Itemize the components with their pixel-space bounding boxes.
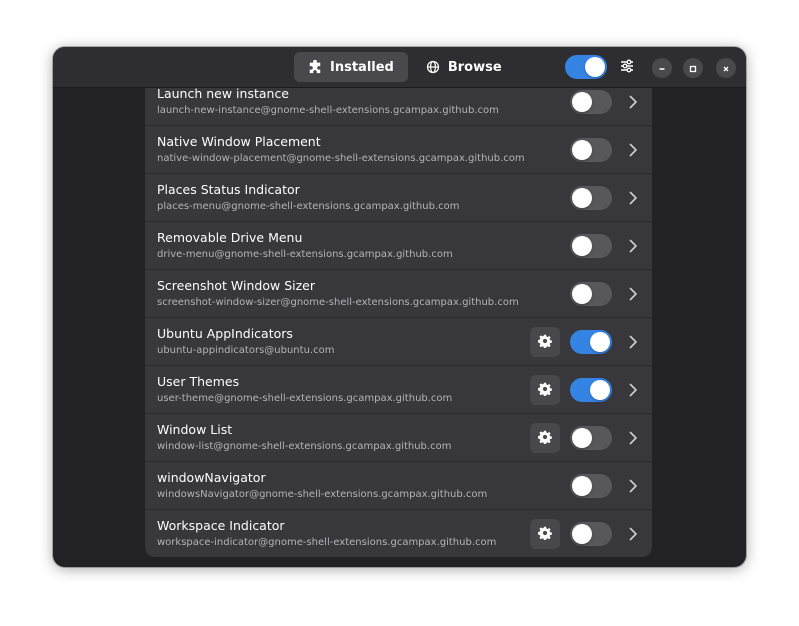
extension-uuid: drive-menu@gnome-shell-extensions.gcampa… [157,249,453,260]
chevron-right-icon[interactable] [627,382,639,398]
extension-name: Window List [157,422,233,437]
tab-browse[interactable]: Browse [412,52,516,82]
extension-toggle[interactable] [570,426,612,450]
extension-toggle[interactable] [570,522,612,546]
gear-icon [538,381,552,400]
extension-name: User Themes [157,374,240,389]
list-item[interactable]: Window List window-list@gnome-shell-exten… [145,413,652,461]
list-item[interactable]: Launch new instance launch-new-instance@g… [145,88,652,125]
close-icon [721,59,731,78]
extension-toggle[interactable] [570,378,612,402]
chevron-right-icon[interactable] [627,286,639,302]
extension-toggle[interactable] [570,234,612,258]
chevron-right-icon[interactable] [627,334,639,350]
extension-uuid: workspace-indicator@gnome-shell-extensio… [157,537,497,548]
installed-extensions-list: Launch new instance launch-new-instance@g… [145,88,652,557]
main-menu-button[interactable] [616,56,638,78]
extension-toggle[interactable] [570,138,612,162]
extensions-scroll-area[interactable]: Launch new instance launch-new-instance@g… [53,88,746,567]
chevron-right-icon[interactable] [627,478,639,494]
toggle-knob [572,428,592,448]
extension-name: Removable Drive Menu [157,230,303,245]
extension-uuid: ubuntu-appindicators@ubuntu.com [157,345,335,356]
toggle-knob [572,92,592,112]
list-item[interactable]: Ubuntu AppIndicators ubuntu-appindicators… [145,317,652,365]
extension-uuid: places-menu@gnome-shell-extensions.gcamp… [157,201,460,212]
close-button[interactable] [716,58,736,78]
maximize-icon [688,59,698,78]
extension-toggle[interactable] [570,330,612,354]
extension-name: Ubuntu AppIndicators [157,326,293,341]
chevron-right-icon[interactable] [627,190,639,206]
minimize-button[interactable] [652,58,672,78]
extension-uuid: window-list@gnome-shell-extensions.gcamp… [157,441,452,452]
toggle-knob [572,236,592,256]
extension-toggle[interactable] [570,186,612,210]
list-item[interactable]: Native Window Placement native-window-pla… [145,125,652,173]
list-item[interactable]: User Themes user-theme@gnome-shell-extens… [145,365,652,413]
chevron-right-icon[interactable] [627,94,639,110]
chevron-right-icon[interactable] [627,238,639,254]
view-switcher: Installed Browse [294,52,516,82]
chevron-right-icon[interactable] [627,526,639,542]
settings-button[interactable] [530,327,560,357]
sliders-icon [620,58,634,77]
toggle-knob [572,140,592,160]
chevron-right-icon[interactable] [627,142,639,158]
globe-icon [426,60,440,74]
toggle-knob [572,188,592,208]
settings-button[interactable] [530,375,560,405]
extension-uuid: screenshot-window-sizer@gnome-shell-exte… [157,297,519,308]
extensions-master-toggle[interactable] [565,55,607,79]
extension-toggle[interactable] [570,90,612,114]
list-item[interactable]: Screenshot Window Sizer screenshot-window… [145,269,652,317]
master-switch[interactable] [565,55,607,79]
maximize-button[interactable] [683,58,703,78]
extension-name: Launch new instance [157,88,290,101]
extension-uuid: windowsNavigator@gnome-shell-extensions.… [157,489,488,500]
extension-name: Screenshot Window Sizer [157,278,315,293]
toggle-knob [572,524,592,544]
gear-icon [538,333,552,352]
puzzle-icon [308,60,322,74]
extension-name: Native Window Placement [157,134,321,149]
extension-name: Places Status Indicator [157,182,300,197]
extension-name: windowNavigator [157,470,266,485]
gear-icon [538,429,552,448]
toggle-knob [572,284,592,304]
settings-button[interactable] [530,423,560,453]
list-item[interactable]: Workspace Indicator workspace-indicator@g… [145,509,652,557]
toggle-knob [572,476,592,496]
toggle-knob [590,332,610,352]
tab-installed-label: Installed [330,59,394,75]
list-item[interactable]: Removable Drive Menu drive-menu@gnome-she… [145,221,652,269]
list-item[interactable]: windowNavigator windowsNavigator@gnome-sh… [145,461,652,509]
list-item[interactable]: Places Status Indicator places-menu@gnome… [145,173,652,221]
extensions-window: Installed Browse Launch new instance lau… [53,47,746,567]
extension-uuid: native-window-placement@gnome-shell-exte… [157,153,525,164]
extension-uuid: launch-new-instance@gnome-shell-extensio… [157,105,499,116]
settings-button[interactable] [530,519,560,549]
extension-toggle[interactable] [570,282,612,306]
gear-icon [538,525,552,544]
toggle-knob [590,380,610,400]
minimize-icon [657,59,667,78]
extension-toggle[interactable] [570,474,612,498]
tab-installed[interactable]: Installed [294,52,408,82]
extension-name: Workspace Indicator [157,518,285,533]
chevron-right-icon[interactable] [627,430,639,446]
tab-browse-label: Browse [447,59,502,75]
header-bar: Installed Browse [53,47,746,88]
extension-uuid: user-theme@gnome-shell-extensions.gcampa… [157,393,453,404]
